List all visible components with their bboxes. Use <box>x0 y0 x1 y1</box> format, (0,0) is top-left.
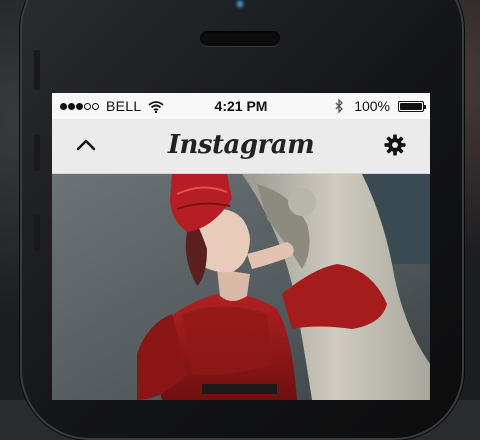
status-bar: BELL 4:21 PM 100% <box>52 93 430 119</box>
gear-icon[interactable] <box>384 134 406 156</box>
battery-level <box>400 102 422 110</box>
post-photo[interactable] <box>52 174 430 400</box>
phone-screen: BELL 4:21 PM 100% Instagram <box>52 93 430 400</box>
nav-bar: Instagram <box>52 119 430 174</box>
mute-switch <box>34 50 40 90</box>
status-right: 100% <box>335 98 426 114</box>
page-title: Instagram <box>167 130 315 160</box>
battery-percent: 100% <box>354 98 390 114</box>
bluetooth-icon <box>335 99 344 113</box>
earpiece-speaker <box>200 31 280 46</box>
volume-down-button <box>34 215 40 251</box>
battery-icon <box>398 100 426 112</box>
volume-up-button <box>34 135 40 171</box>
